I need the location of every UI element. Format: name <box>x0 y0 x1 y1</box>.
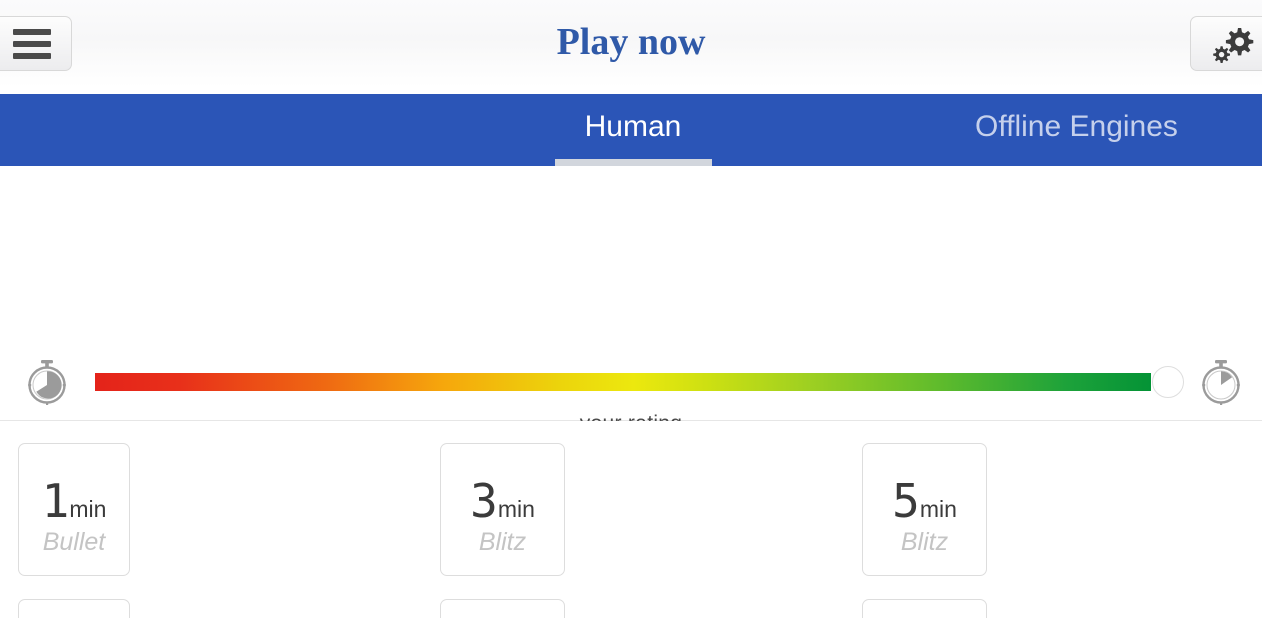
hamburger-menu-icon-bar-3 <box>12 52 51 59</box>
hamburger-menu-icon <box>12 28 51 35</box>
time-control-time: 5min <box>863 474 986 528</box>
time-control-minutes: 3 <box>470 474 498 528</box>
hamburger-menu-button[interactable] <box>0 16 72 71</box>
stopwatch-fast-icon <box>1202 360 1240 405</box>
hamburger-menu-icon-bar-2 <box>12 40 51 47</box>
time-control-category: Blitz <box>900 528 949 556</box>
time-control-category: Bullet <box>42 528 106 556</box>
time-control-card-next-3[interactable] <box>862 599 987 618</box>
speed-gradient-bar <box>95 373 1151 391</box>
rating-range-panel: your rating -500 +500 <box>0 166 1262 556</box>
time-control-minutes: 1 <box>41 474 70 528</box>
time-control-card-3min[interactable]: 3min Blitz <box>440 443 565 576</box>
speed-gradient-knob[interactable] <box>1152 366 1184 398</box>
time-control-card-next-1[interactable] <box>18 599 130 618</box>
gears-icon <box>1212 27 1253 63</box>
time-control-time: 1min <box>19 474 129 528</box>
time-control-unit: min <box>497 496 535 522</box>
page-title: Play now <box>556 21 706 63</box>
active-tab-indicator <box>555 159 712 166</box>
time-control-category: Blitz <box>478 528 527 556</box>
time-control-card-1min[interactable]: 1min Bullet <box>18 443 130 576</box>
time-control-unit: min <box>69 496 107 522</box>
tab-human[interactable]: Human <box>478 94 788 166</box>
top-bar: Play now <box>0 0 1262 88</box>
time-control-card-next-2[interactable] <box>440 599 565 618</box>
time-control-card-5min[interactable]: 5min Blitz <box>862 443 987 576</box>
tab-offline-engines[interactable]: Offline Engines <box>975 94 1262 166</box>
time-control-unit: min <box>919 496 957 522</box>
time-control-time: 3min <box>441 474 564 528</box>
settings-button[interactable] <box>1190 16 1262 71</box>
play-now-screen: Play now Human Offline Engines 1min Bull… <box>0 0 1262 618</box>
tab-bar: Human Offline Engines <box>0 94 1262 166</box>
time-control-list: 1min Bullet 3min Blitz 5min Blitz <box>0 421 1262 618</box>
stopwatch-slow-icon <box>28 360 66 405</box>
time-control-minutes: 5 <box>892 474 920 528</box>
